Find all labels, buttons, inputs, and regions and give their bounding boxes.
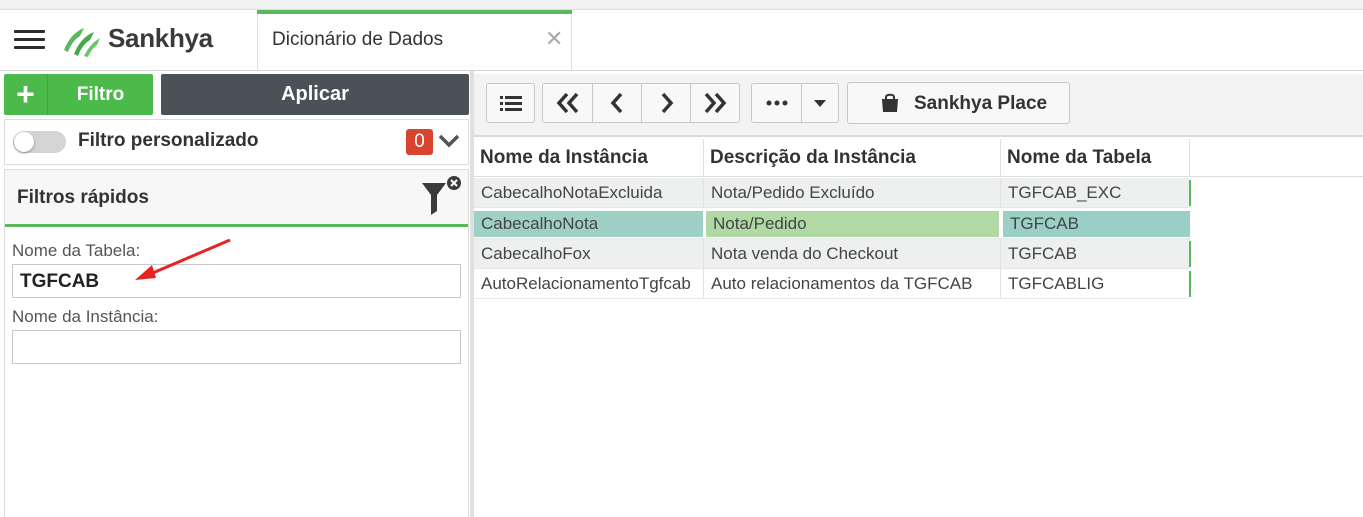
cell-table-name: TGFCAB	[1008, 244, 1077, 263]
apply-button[interactable]: Aplicar	[161, 74, 469, 115]
hamburger-menu-icon[interactable]	[14, 30, 45, 50]
double-chevron-right-icon	[704, 92, 727, 114]
more-actions-group	[751, 83, 839, 123]
active-tab-indicator	[257, 10, 572, 14]
dropdown-button[interactable]	[802, 84, 838, 122]
column-header-instance-description[interactable]: Descrição da Instância	[704, 139, 1001, 177]
ellipsis-icon	[766, 100, 788, 106]
cell-instance-description: Nota/Pedido	[706, 211, 999, 237]
app-logo-text: Sankhya	[108, 23, 213, 53]
next-page-button[interactable]	[642, 84, 691, 122]
table-row[interactable]: CabecalhoFox Nota venda do Checkout TGFC…	[474, 239, 1191, 269]
first-page-button[interactable]	[543, 84, 593, 122]
row-end-marker	[1189, 241, 1191, 267]
quick-filters-title: Filtros rápidos	[17, 187, 149, 208]
cell-instance-name: AutoRelacionamentoTgfcab	[474, 269, 704, 299]
custom-filter-label: Filtro personalizado	[78, 130, 259, 151]
cell-instance-name: CabecalhoNotaExcluida	[474, 178, 704, 208]
toggle-knob	[14, 132, 34, 152]
grid-header: Nome da Instância Descrição da Instância…	[474, 139, 1363, 177]
annotation-arrow-icon	[130, 235, 240, 285]
filter-count-badge: 0	[406, 129, 433, 155]
list-icon	[500, 96, 522, 111]
sankhya-logo-icon	[62, 22, 102, 58]
row-end-marker	[1189, 180, 1191, 206]
sankhya-place-button[interactable]: Sankhya Place	[847, 82, 1070, 124]
row-end-marker	[1189, 271, 1191, 297]
close-tab-icon[interactable]: ✕	[545, 28, 563, 50]
tab-title: Dicionário de Dados	[272, 29, 444, 50]
instance-name-label: Nome da Instância:	[12, 307, 159, 326]
instance-name-input[interactable]	[12, 330, 461, 364]
cell-instance-description: Auto relacionamentos da TGFCAB	[704, 269, 1001, 299]
more-options-button[interactable]	[752, 84, 802, 122]
chevron-left-icon	[610, 92, 623, 114]
cell-table-name: TGFCAB_EXC	[1008, 183, 1122, 202]
cell-instance-name: CabecalhoNota	[474, 211, 703, 237]
add-filter-button[interactable]: + Filtro	[4, 74, 153, 115]
pagination-group	[542, 83, 740, 123]
filter-button-label: Filtro	[76, 84, 125, 105]
table-name-label: Nome da Tabela:	[12, 241, 141, 260]
custom-filter-toggle[interactable]	[13, 131, 66, 153]
caret-down-icon	[814, 100, 826, 107]
plus-icon: +	[4, 74, 48, 115]
cell-table-name: TGFCAB	[1003, 211, 1190, 237]
table-row[interactable]: AutoRelacionamentoTgfcab Auto relacionam…	[474, 269, 1191, 299]
sankhya-place-label: Sankhya Place	[914, 93, 1048, 114]
last-page-button[interactable]	[691, 84, 739, 122]
list-view-button[interactable]	[486, 83, 535, 123]
table-name-value: TGFCAB	[20, 271, 100, 292]
previous-page-button[interactable]	[593, 84, 642, 122]
shopping-bag-icon	[882, 93, 898, 112]
cell-instance-description: Nota/Pedido Excluído	[704, 178, 1001, 208]
chevron-right-icon	[661, 92, 674, 114]
table-row-selected[interactable]: CabecalhoNota Nota/Pedido TGFCAB	[474, 209, 1190, 239]
cell-instance-description: Nota venda do Checkout	[704, 239, 1001, 269]
cell-instance-name: CabecalhoFox	[474, 239, 704, 269]
table-row[interactable]: CabecalhoNotaExcluida Nota/Pedido Excluí…	[474, 178, 1191, 208]
chevron-down-icon[interactable]	[438, 130, 460, 152]
column-header-instance-name[interactable]: Nome da Instância	[474, 139, 704, 177]
clear-filter-funnel-icon[interactable]	[419, 175, 463, 217]
column-header-table-name[interactable]: Nome da Tabela	[1001, 139, 1190, 177]
double-chevron-left-icon	[556, 92, 579, 114]
cell-table-name: TGFCABLIG	[1008, 274, 1105, 293]
